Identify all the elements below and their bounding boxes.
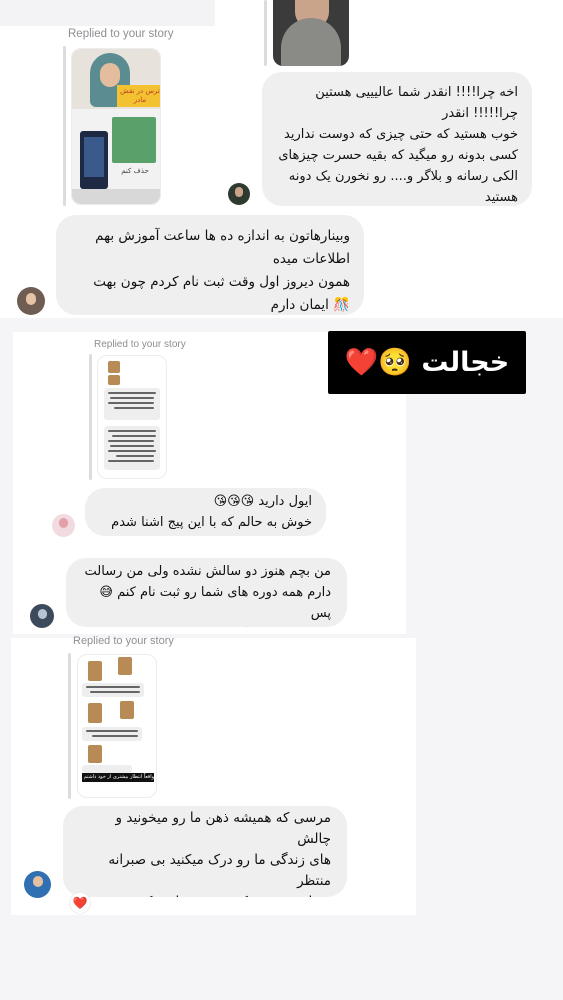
story-reply-label-three: Replied to your story — [73, 635, 174, 647]
story-caption-bar: واقعاً انتظار بیشتری از خود داشتم 🤩 — [82, 773, 154, 782]
story-card-strip — [72, 189, 160, 204]
mini-line-15 — [92, 735, 138, 737]
mini-line-13 — [90, 691, 140, 693]
avatar-sender-five-face — [33, 876, 43, 887]
avatar-sender-four-face — [38, 609, 47, 619]
caption-sticker: خجالت 🥺❤️ — [328, 331, 526, 394]
incoming-message-two-b: من بچم هنوز دو سالش نشده ولی من رسالت دا… — [66, 558, 347, 627]
mini-photo-f — [120, 701, 134, 719]
mini-line-5 — [108, 430, 156, 432]
story-card-phone — [80, 131, 108, 189]
story-reply-bar — [264, 0, 267, 66]
mini-bubble-e — [82, 765, 132, 773]
avatar-sender-five[interactable] — [24, 871, 51, 898]
story-reply-label-two: Replied to your story — [94, 339, 186, 350]
mini-line-11 — [108, 460, 154, 462]
story-reply-bar-one — [63, 46, 66, 206]
outgoing-message-one: اخه چرا!!!! انقدر شما عالیییی هستین چرا!… — [262, 72, 532, 206]
story-person-scarf — [281, 18, 341, 66]
mini-bubble-b — [104, 426, 160, 470]
mini-photo-a — [108, 361, 120, 373]
avatar-sender-three[interactable] — [52, 514, 75, 537]
story-caption-text: واقعاً انتظار بیشتری از خود داشتم 🤩 — [82, 774, 154, 780]
mini-line-10 — [116, 455, 154, 457]
mini-photo-d — [118, 657, 132, 675]
avatar-sender-two[interactable] — [17, 287, 45, 315]
story-card-face — [100, 63, 120, 87]
story-thumbnail-two[interactable] — [97, 355, 167, 479]
incoming-message-three: مرسی که همیشه ذهن ما رو میخونید و چالش ه… — [63, 806, 347, 897]
story-thumbnail-one[interactable]: ترس در نقش مادر حذف کنم — [71, 48, 161, 205]
mini-photo-b — [108, 375, 120, 385]
incoming-message-one: وبینارهاتون به اندازه ده ها ساعت آموزش ب… — [56, 215, 364, 315]
mini-line-7 — [108, 440, 154, 442]
avatar-sender-two-face — [26, 293, 36, 305]
reaction-heart[interactable]: ❤️ — [70, 893, 90, 913]
avatar-sender-one[interactable] — [228, 183, 250, 205]
story-reply-bar-three — [68, 653, 71, 799]
caption-sticker-text: خجالت 🥺❤️ — [344, 347, 510, 378]
avatar-sender-three-face — [59, 518, 68, 528]
story-card-subtitle: حذف کنم — [121, 167, 149, 175]
mini-photo-g — [88, 745, 102, 763]
story-reply-bar-two — [89, 354, 92, 480]
story-card-phone-screen — [84, 137, 104, 177]
mini-line-1 — [108, 392, 156, 394]
story-thumbnail-three[interactable]: واقعاً انتظار بیشتری از خود داشتم 🤩 — [77, 654, 157, 798]
avatar-sender-one-face — [235, 187, 243, 197]
mini-line-6 — [112, 435, 156, 437]
story-card-book — [112, 117, 156, 163]
chat-panel-one-left-fade — [0, 0, 215, 26]
story-image-top-thumb[interactable] — [273, 0, 349, 66]
mini-line-4 — [114, 407, 154, 409]
incoming-message-two-a: ایول دارید 😘😘😘 خوش به حالم که با این پیج… — [85, 488, 326, 536]
mini-line-14 — [86, 730, 138, 732]
mini-line-8 — [110, 445, 154, 447]
mini-line-3 — [108, 402, 154, 404]
story-card-title: ترس در نقش مادر — [120, 87, 160, 104]
mini-line-2 — [110, 397, 154, 399]
mini-photo-c — [88, 661, 102, 681]
mini-photo-e — [88, 703, 102, 723]
story-reply-label-one: Replied to your story — [68, 28, 174, 40]
mini-line-12 — [86, 686, 140, 688]
mini-line-9 — [108, 450, 156, 452]
avatar-sender-four[interactable] — [30, 604, 54, 628]
